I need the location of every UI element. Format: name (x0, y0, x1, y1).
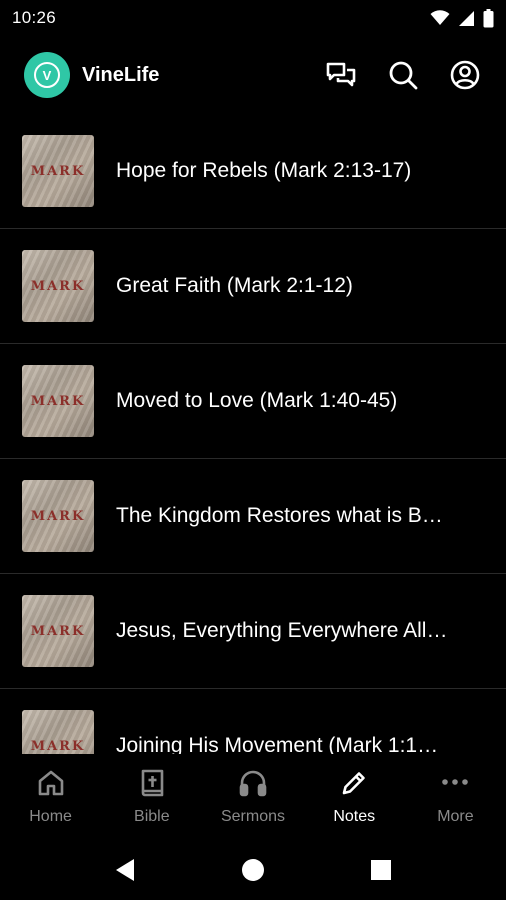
sermon-list: MARK Hope for Rebels (Mark 2:13-17) MARK… (0, 114, 506, 754)
bottom-nav: Home Bible Sermons Notes More (0, 754, 506, 840)
list-item[interactable]: MARK Jesus, Everything Everywhere All… (0, 574, 506, 689)
list-item[interactable]: MARK Hope for Rebels (Mark 2:13-17) (0, 114, 506, 229)
sermon-thumbnail: MARK (22, 480, 94, 552)
nav-item-notes[interactable]: Notes (304, 754, 405, 840)
nav-label-bible: Bible (134, 808, 170, 825)
pencil-icon (339, 768, 369, 798)
system-nav-bar (0, 840, 506, 900)
more-icon (440, 768, 470, 798)
nav-item-sermons[interactable]: Sermons (202, 754, 303, 840)
headphones-icon (238, 768, 268, 798)
home-icon (36, 768, 66, 798)
app-header: V VineLife (0, 36, 506, 114)
home-circle-icon (241, 858, 265, 882)
status-bar: 10:26 (0, 0, 506, 36)
nav-item-home[interactable]: Home (0, 754, 101, 840)
search-icon[interactable] (386, 58, 420, 92)
sermon-title: The Kingdom Restores what is B… (116, 504, 443, 527)
thumbnail-text: MARK (30, 738, 86, 754)
home-system-button[interactable] (189, 858, 317, 882)
thumbnail-text: MARK (30, 163, 86, 179)
battery-icon (483, 8, 494, 28)
back-button[interactable] (61, 858, 189, 882)
account-icon[interactable] (448, 58, 482, 92)
sermon-thumbnail: MARK (22, 710, 94, 754)
logo-letter: V (34, 62, 60, 88)
header-actions (324, 58, 482, 92)
nav-label-more: More (437, 808, 474, 825)
thumbnail-text: MARK (30, 278, 86, 294)
status-time: 10:26 (12, 8, 57, 27)
list-item[interactable]: MARK Great Faith (Mark 2:1-12) (0, 229, 506, 344)
thumbnail-text: MARK (30, 623, 86, 639)
list-item[interactable]: MARK The Kingdom Restores what is B… (0, 459, 506, 574)
recents-button[interactable] (317, 859, 445, 881)
nav-label-sermons: Sermons (220, 808, 286, 825)
list-item[interactable]: MARK Moved to Love (Mark 1:40-45) (0, 344, 506, 459)
sermon-thumbnail: MARK (22, 135, 94, 207)
back-triangle-icon (114, 858, 136, 882)
sermon-title: Jesus, Everything Everywhere All… (116, 619, 448, 642)
sermon-title: Moved to Love (Mark 1:40-45) (116, 389, 398, 412)
nav-label-notes: Notes (333, 808, 376, 825)
sermon-title: Great Faith (Mark 2:1-12) (116, 274, 353, 297)
sermon-thumbnail: MARK (22, 595, 94, 667)
wifi-icon (430, 10, 450, 26)
bible-icon (137, 768, 167, 798)
thumbnail-text: MARK (30, 393, 86, 409)
sermon-thumbnail: MARK (22, 365, 94, 437)
sermon-thumbnail: MARK (22, 250, 94, 322)
list-item[interactable]: MARK Joining His Movement (Mark 1:1… (0, 689, 506, 754)
nav-item-bible[interactable]: Bible (101, 754, 202, 840)
status-icons (430, 8, 494, 28)
signal-icon (458, 10, 475, 27)
recents-square-icon (370, 859, 392, 881)
app-logo[interactable]: V (24, 52, 70, 98)
sermon-title: Joining His Movement (Mark 1:1… (116, 734, 439, 754)
chat-icon[interactable] (324, 58, 358, 92)
nav-item-more[interactable]: More (405, 754, 506, 840)
sermon-title: Hope for Rebels (Mark 2:13-17) (116, 159, 412, 182)
thumbnail-text: MARK (30, 508, 86, 524)
nav-label-home: Home (29, 808, 72, 825)
app-name: VineLife (82, 63, 160, 86)
